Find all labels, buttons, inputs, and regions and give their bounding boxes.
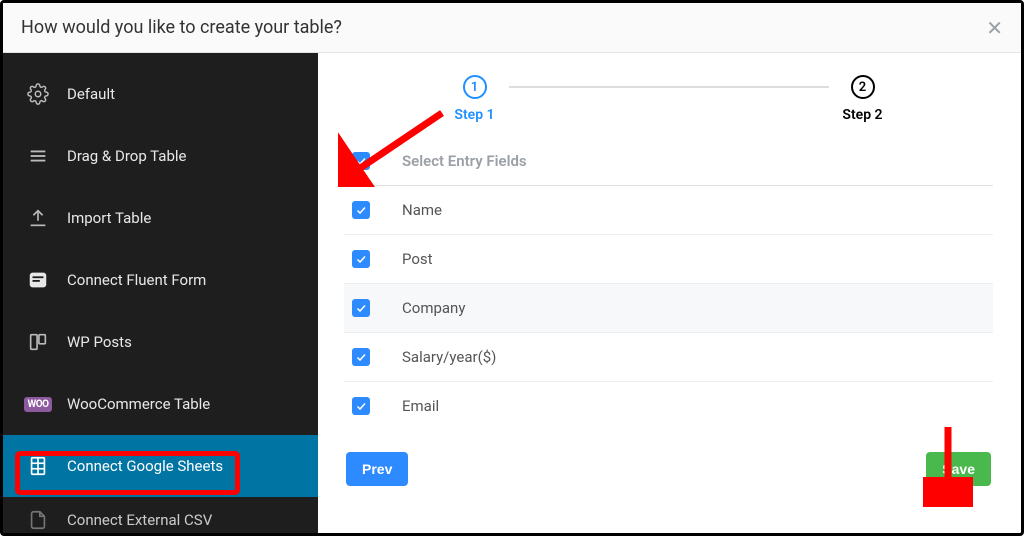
gear-icon <box>27 83 49 105</box>
field-label: Post <box>402 250 433 268</box>
field-row-salary: Salary/year($) <box>344 333 993 382</box>
field-row-email: Email <box>344 382 993 430</box>
sidebar-item-import[interactable]: Import Table <box>3 187 318 249</box>
step-2[interactable]: 2 Step 2 <box>833 75 893 123</box>
file-icon <box>27 509 49 531</box>
drag-icon <box>27 145 49 167</box>
sidebar-item-default[interactable]: Default <box>3 63 318 125</box>
select-all-row: Select Entry Fields <box>344 137 993 186</box>
stepper: 1 Step 1 2 Step 2 <box>344 75 993 123</box>
sidebar-item-woocommerce[interactable]: WOO WooCommerce Table <box>3 373 318 435</box>
step-1[interactable]: 1 Step 1 <box>445 75 505 123</box>
sidebar-item-drag-drop[interactable]: Drag & Drop Table <box>3 125 318 187</box>
sidebar-item-wp-posts[interactable]: WP Posts <box>3 311 318 373</box>
sidebar-item-label: WooCommerce Table <box>67 395 210 413</box>
sidebar-item-external-csv[interactable]: Connect External CSV <box>3 497 318 533</box>
checkbox-select-all[interactable] <box>352 152 370 170</box>
field-row-company: Company <box>344 284 993 333</box>
sidebar-item-label: Default <box>67 85 115 103</box>
upload-icon <box>27 207 49 229</box>
checkbox-company[interactable] <box>352 299 370 317</box>
sidebar-item-fluent-form[interactable]: Connect Fluent Form <box>3 249 318 311</box>
sidebar-item-label: Connect Fluent Form <box>67 271 206 289</box>
modal-title: How would you like to create your table? <box>21 17 342 38</box>
fields-list: Select Entry Fields Name Post Company Sa… <box>344 137 993 430</box>
checkbox-salary[interactable] <box>352 348 370 366</box>
sidebar-item-label: Drag & Drop Table <box>67 147 186 165</box>
sidebar-item-label: WP Posts <box>67 333 132 351</box>
close-icon[interactable]: ✕ <box>986 16 1003 40</box>
sidebar-item-label: Connect External CSV <box>67 511 212 529</box>
modal-header: How would you like to create your table?… <box>3 3 1021 53</box>
sidebar: Default Drag & Drop Table Import Table C… <box>3 53 318 533</box>
sheet-icon <box>27 455 49 477</box>
save-button[interactable]: Save <box>926 452 991 486</box>
prev-button[interactable]: Prev <box>346 452 408 486</box>
woo-badge-icon: WOO <box>27 393 49 415</box>
checkbox-post[interactable] <box>352 250 370 268</box>
footer-actions: Prev Save <box>344 452 993 486</box>
form-icon <box>27 269 49 291</box>
field-label: Email <box>402 397 439 415</box>
checkbox-name[interactable] <box>352 201 370 219</box>
field-label: Name <box>402 201 442 219</box>
step-connector <box>509 86 829 88</box>
field-row-post: Post <box>344 235 993 284</box>
field-row-name: Name <box>344 186 993 235</box>
field-label: Company <box>402 299 465 317</box>
checkbox-email[interactable] <box>352 397 370 415</box>
sidebar-item-label: Import Table <box>67 209 151 227</box>
posts-icon <box>27 331 49 353</box>
fields-header-label: Select Entry Fields <box>402 152 527 170</box>
field-label: Salary/year($) <box>402 348 496 366</box>
content-panel: 1 Step 1 2 Step 2 Select Entry Fields Na… <box>318 53 1021 533</box>
sidebar-item-google-sheets[interactable]: Connect Google Sheets <box>3 435 318 497</box>
sidebar-item-label: Connect Google Sheets <box>67 457 223 475</box>
